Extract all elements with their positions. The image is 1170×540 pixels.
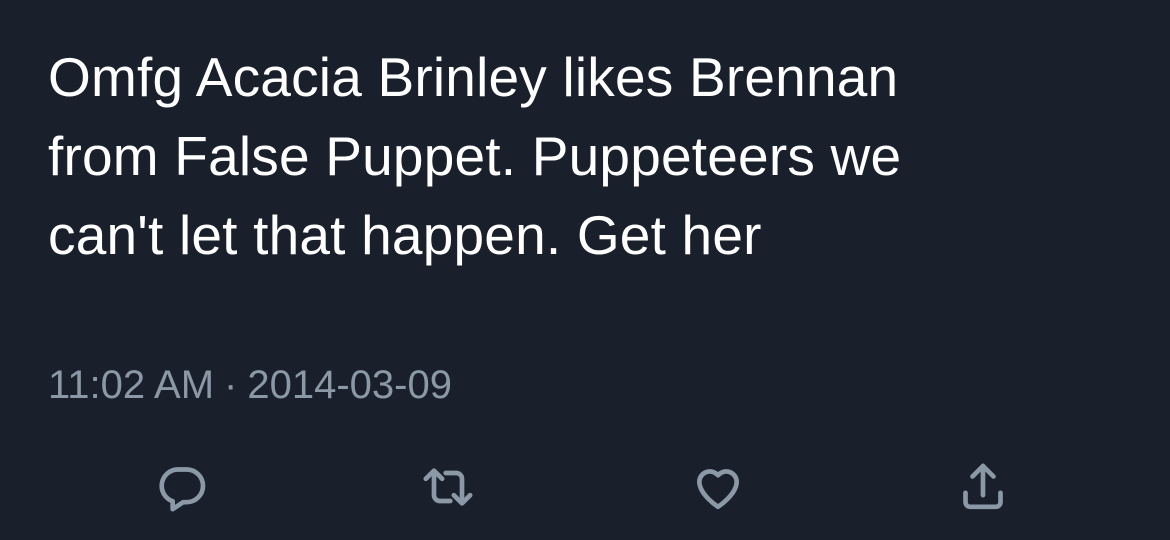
reply-icon — [159, 467, 206, 512]
heart-icon — [697, 469, 739, 510]
tweet-timestamp[interactable]: 11:02 AM · 2014-03-09 — [48, 360, 452, 410]
meta-separator: · — [224, 363, 238, 407]
share-button[interactable] — [951, 455, 1015, 519]
tweet-text-line: can't let that happen. Get her — [48, 204, 762, 266]
tweet-text-line: Omfg Acacia Brinley likes Brennan — [48, 46, 899, 108]
reply-button[interactable] — [150, 455, 214, 519]
tweet-text: Omfg Acacia Brinley likes Brennan from F… — [48, 38, 1128, 275]
retweet-button[interactable] — [416, 455, 480, 519]
tweet-date: 2014-03-09 — [247, 363, 452, 407]
like-button[interactable] — [686, 455, 750, 519]
tweet-text-line: from False Puppet. Puppeteers we — [48, 125, 902, 187]
retweet-icon — [423, 468, 473, 506]
share-icon — [963, 463, 1003, 510]
tweet-action-bar — [0, 455, 1170, 515]
tweet-detail: Omfg Acacia Brinley likes Brennan from F… — [0, 0, 1170, 540]
tweet-time: 11:02 AM — [48, 363, 215, 407]
